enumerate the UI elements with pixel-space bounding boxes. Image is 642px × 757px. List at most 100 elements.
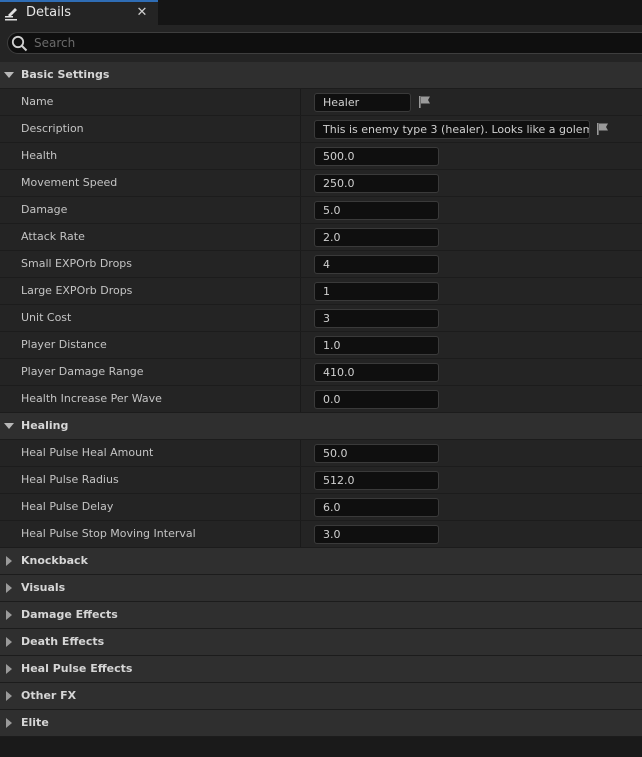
category-elite[interactable]: Elite bbox=[0, 710, 642, 737]
category-knockback[interactable]: Knockback bbox=[0, 548, 642, 575]
property-label: Large EXPOrb Drops bbox=[21, 284, 133, 297]
property-row-name: Name Healer bbox=[0, 89, 642, 116]
column-splitter[interactable] bbox=[300, 251, 301, 277]
tab-details[interactable]: Details ✕ bbox=[0, 0, 158, 25]
search-input[interactable] bbox=[34, 34, 594, 52]
triangle-right-icon bbox=[6, 610, 12, 620]
column-splitter[interactable] bbox=[300, 116, 301, 142]
property-label: Unit Cost bbox=[21, 311, 72, 324]
property-row-small-exporb-drops: Small EXPOrb Drops 4 bbox=[0, 251, 642, 278]
column-splitter[interactable] bbox=[300, 440, 301, 466]
property-row-health: Health 500.0 bbox=[0, 143, 642, 170]
property-row-health-increase-per-wave: Health Increase Per Wave 0.0 bbox=[0, 386, 642, 413]
property-row-unit-cost: Unit Cost 3 bbox=[0, 305, 642, 332]
property-row-attack-rate: Attack Rate 2.0 bbox=[0, 224, 642, 251]
property-label: Name bbox=[21, 95, 54, 108]
property-label: Health Increase Per Wave bbox=[21, 392, 162, 405]
property-label: Attack Rate bbox=[21, 230, 85, 243]
property-row-heal-pulse-delay: Heal Pulse Delay 6.0 bbox=[0, 494, 642, 521]
description-input[interactable]: This is enemy type 3 (healer). Looks lik… bbox=[314, 120, 590, 139]
triangle-right-icon bbox=[6, 637, 12, 647]
property-row-heal-pulse-heal-amount: Heal Pulse Heal Amount 50.0 bbox=[0, 440, 642, 467]
health-input[interactable]: 500.0 bbox=[314, 147, 439, 166]
column-splitter[interactable] bbox=[300, 224, 301, 250]
property-row-damage: Damage 5.0 bbox=[0, 197, 642, 224]
property-label: Heal Pulse Radius bbox=[21, 473, 119, 486]
category-death-effects[interactable]: Death Effects bbox=[0, 629, 642, 656]
category-label: Elite bbox=[21, 716, 49, 729]
flag-icon[interactable] bbox=[596, 122, 610, 136]
column-splitter[interactable] bbox=[300, 89, 301, 115]
column-splitter[interactable] bbox=[300, 278, 301, 304]
column-splitter[interactable] bbox=[300, 359, 301, 385]
property-row-large-exporb-drops: Large EXPOrb Drops 1 bbox=[0, 278, 642, 305]
property-label: Player Distance bbox=[21, 338, 107, 351]
property-label: Heal Pulse Stop Moving Interval bbox=[21, 527, 196, 540]
triangle-down-icon bbox=[4, 423, 14, 429]
column-splitter[interactable] bbox=[300, 467, 301, 493]
category-label: Healing bbox=[21, 419, 69, 432]
category-visuals[interactable]: Visuals bbox=[0, 575, 642, 602]
property-label: Movement Speed bbox=[21, 176, 118, 189]
property-list: Basic Settings Name Healer Description T… bbox=[0, 62, 642, 737]
unit-cost-input[interactable]: 3 bbox=[314, 309, 439, 328]
column-splitter[interactable] bbox=[300, 305, 301, 331]
damage-input[interactable]: 5.0 bbox=[314, 201, 439, 220]
health-increase-per-wave-input[interactable]: 0.0 bbox=[314, 390, 439, 409]
heal-pulse-radius-input[interactable]: 512.0 bbox=[314, 471, 439, 490]
property-row-description: Description This is enemy type 3 (healer… bbox=[0, 116, 642, 143]
column-splitter[interactable] bbox=[300, 170, 301, 196]
category-label: Death Effects bbox=[21, 635, 105, 648]
column-splitter[interactable] bbox=[300, 197, 301, 223]
search-icon bbox=[11, 35, 28, 52]
property-row-heal-pulse-stop-moving-interval: Heal Pulse Stop Moving Interval 3.0 bbox=[0, 521, 642, 548]
category-basic-settings[interactable]: Basic Settings bbox=[0, 62, 642, 89]
flag-icon[interactable] bbox=[418, 95, 432, 109]
movement-speed-input[interactable]: 250.0 bbox=[314, 174, 439, 193]
attack-rate-input[interactable]: 2.0 bbox=[314, 228, 439, 247]
property-label: Small EXPOrb Drops bbox=[21, 257, 133, 270]
triangle-right-icon bbox=[6, 664, 12, 674]
triangle-right-icon bbox=[6, 583, 12, 593]
name-input[interactable]: Healer bbox=[314, 93, 411, 112]
triangle-right-icon bbox=[6, 556, 12, 566]
column-splitter[interactable] bbox=[300, 494, 301, 520]
heal-pulse-delay-input[interactable]: 6.0 bbox=[314, 498, 439, 517]
property-row-player-distance: Player Distance 1.0 bbox=[0, 332, 642, 359]
column-splitter[interactable] bbox=[300, 332, 301, 358]
property-label: Player Damage Range bbox=[21, 365, 144, 378]
category-label: Knockback bbox=[21, 554, 88, 567]
property-row-player-damage-range: Player Damage Range 410.0 bbox=[0, 359, 642, 386]
category-label: Heal Pulse Effects bbox=[21, 662, 133, 675]
property-row-heal-pulse-radius: Heal Pulse Radius 512.0 bbox=[0, 467, 642, 494]
property-label: Damage bbox=[21, 203, 68, 216]
column-splitter[interactable] bbox=[300, 386, 301, 412]
heal-pulse-heal-amount-input[interactable]: 50.0 bbox=[314, 444, 439, 463]
column-splitter[interactable] bbox=[300, 521, 301, 547]
column-splitter[interactable] bbox=[300, 143, 301, 169]
large-exporb-drops-input[interactable]: 1 bbox=[314, 282, 439, 301]
category-label: Other FX bbox=[21, 689, 77, 702]
tab-label: Details bbox=[26, 5, 72, 20]
category-other-fx[interactable]: Other FX bbox=[0, 683, 642, 710]
small-exporb-drops-input[interactable]: 4 bbox=[314, 255, 439, 274]
property-row-movement-speed: Movement Speed 250.0 bbox=[0, 170, 642, 197]
details-panel: Details ✕ Basic Settings Name Healer bbox=[0, 0, 642, 757]
category-damage-effects[interactable]: Damage Effects bbox=[0, 602, 642, 629]
heal-pulse-stop-moving-interval-input[interactable]: 3.0 bbox=[314, 525, 439, 544]
close-icon[interactable]: ✕ bbox=[135, 5, 149, 21]
triangle-right-icon bbox=[6, 691, 12, 701]
pencil-icon bbox=[5, 8, 17, 21]
property-label: Health bbox=[21, 149, 58, 162]
category-heal-pulse-effects[interactable]: Heal Pulse Effects bbox=[0, 656, 642, 683]
player-distance-input[interactable]: 1.0 bbox=[314, 336, 439, 355]
triangle-down-icon bbox=[4, 72, 14, 78]
triangle-right-icon bbox=[6, 718, 12, 728]
category-healing[interactable]: Healing bbox=[0, 413, 642, 440]
category-label: Damage Effects bbox=[21, 608, 118, 621]
property-label: Heal Pulse Heal Amount bbox=[21, 446, 154, 459]
category-label: Visuals bbox=[21, 581, 66, 594]
player-damage-range-input[interactable]: 410.0 bbox=[314, 363, 439, 382]
property-label: Description bbox=[21, 122, 84, 135]
category-label: Basic Settings bbox=[21, 68, 110, 81]
